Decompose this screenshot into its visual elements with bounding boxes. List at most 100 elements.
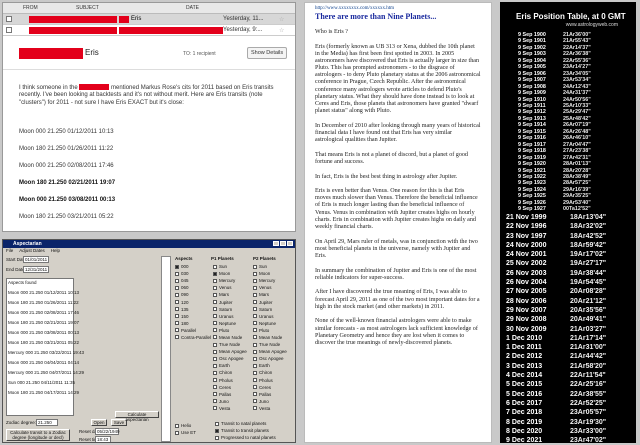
checklist-item[interactable]: Chiron <box>253 369 287 376</box>
menu-adjust-dates[interactable]: Adjust Dates <box>19 248 45 254</box>
message-checkbox[interactable] <box>6 27 12 33</box>
checklist-item[interactable]: Sun <box>253 263 287 270</box>
checkbox[interactable] <box>213 300 217 305</box>
checkbox[interactable] <box>213 370 217 375</box>
checklist-item[interactable]: Vesta <box>213 405 247 412</box>
checkbox[interactable] <box>253 378 257 383</box>
checkbox[interactable] <box>175 307 179 312</box>
checklist-item[interactable]: 150 <box>175 313 211 320</box>
checkbox[interactable] <box>175 264 179 269</box>
checklist-item[interactable]: Pluto <box>253 327 287 334</box>
checklist-item[interactable]: Parallel <box>175 327 211 334</box>
date-column-header[interactable]: DATE <box>183 5 243 11</box>
checklist-item[interactable]: Ceres <box>253 384 287 391</box>
checklist-item[interactable]: Vesta <box>253 405 287 412</box>
checklist-item[interactable]: 090 <box>175 291 211 298</box>
checkbox[interactable] <box>253 271 257 276</box>
flag-icon[interactable]: ☆ <box>279 27 284 34</box>
subject-column-header[interactable]: SUBJECT <box>73 5 183 11</box>
checklist-item[interactable]: Moon <box>253 270 287 277</box>
end-date-input[interactable]: 12/31/2011 <box>23 266 49 273</box>
checkbox[interactable] <box>175 314 179 319</box>
checklist-item[interactable]: Neptune <box>253 320 287 327</box>
checklist-item[interactable]: True Node <box>213 341 247 348</box>
checklist-item[interactable]: 000 <box>175 263 211 270</box>
checkbox[interactable] <box>253 292 257 297</box>
checkbox[interactable] <box>253 300 257 305</box>
checklist-item[interactable]: Saturn <box>213 306 247 313</box>
aspects-list[interactable]: Aspects found Moon 000 21.250 01/12/2011… <box>6 278 84 416</box>
list-item[interactable]: Mercury 000 21.250 04/07/2011 14:29 <box>8 370 84 375</box>
checklist-item[interactable]: Mean Apogee <box>213 348 247 355</box>
checklist-item[interactable]: Mercury <box>253 277 287 284</box>
checkbox[interactable] <box>213 321 217 326</box>
aspect-scroll-column[interactable] <box>161 256 171 442</box>
checkbox[interactable] <box>253 356 257 361</box>
message-row[interactable]: Eris Yesterday, 11... ☆ <box>3 14 295 25</box>
checkbox[interactable] <box>175 292 179 297</box>
minimize-icon[interactable] <box>273 241 279 246</box>
list-item[interactable]: Moon 180 21.250 02/21/2011 19:07 <box>8 320 79 325</box>
checkbox[interactable] <box>213 314 217 319</box>
list-item[interactable]: Moon 000 21.250 04/04/2011 04:14 <box>8 360 79 365</box>
maximize-icon[interactable] <box>280 241 286 246</box>
checkbox[interactable] <box>213 349 217 354</box>
checklist-item[interactable]: 120 <box>175 298 211 305</box>
open-button[interactable]: Open <box>91 419 107 426</box>
checklist-item[interactable]: Pluto <box>213 327 247 334</box>
list-item[interactable]: Moon 180 21.250 04/17/2011 14:29 <box>8 390 79 395</box>
checkbox[interactable] <box>213 335 217 340</box>
checklist-item[interactable]: Saturn <box>253 306 287 313</box>
from-column-header[interactable]: FROM <box>3 5 73 11</box>
checkbox[interactable] <box>213 271 217 276</box>
checklist-item[interactable]: Osc Apogee <box>253 355 287 362</box>
checklist-item[interactable]: Pallas <box>253 391 287 398</box>
recipient-count[interactable]: TO: 1 recipient <box>183 51 216 57</box>
menu-help[interactable]: Help <box>51 248 60 254</box>
checklist-item[interactable]: Osc Apogee <box>213 355 247 362</box>
checklist-item[interactable]: Uranus <box>213 313 247 320</box>
checklist-item[interactable]: 030 <box>175 270 211 277</box>
checklist-item[interactable]: Venus <box>253 284 287 291</box>
progressed-option[interactable]: Progressed to natal planets <box>215 434 276 441</box>
start-date-input[interactable]: 01/01/2011 <box>23 256 49 263</box>
checklist-item[interactable]: 045 <box>175 277 211 284</box>
page-url[interactable]: http://www.xxxxxxxx.com/xxxxxx.htm <box>315 6 481 11</box>
checkbox[interactable] <box>213 278 217 283</box>
checkbox[interactable] <box>253 370 257 375</box>
checkbox[interactable] <box>253 392 257 397</box>
checkbox[interactable] <box>253 285 257 290</box>
checklist-item[interactable]: Sun <box>213 263 247 270</box>
close-icon[interactable] <box>287 241 293 246</box>
checklist-item[interactable]: Jupiter <box>213 298 247 305</box>
checkbox[interactable] <box>175 321 179 326</box>
checklist-item[interactable]: 060 <box>175 284 211 291</box>
checkbox[interactable] <box>253 264 257 269</box>
checklist-item[interactable]: Moon <box>213 270 247 277</box>
zodiac-degree-input[interactable]: 21.250 <box>36 419 58 426</box>
checklist-item[interactable]: Earth <box>253 362 287 369</box>
checkbox[interactable] <box>253 399 257 404</box>
checklist-item[interactable]: Venus <box>213 284 247 291</box>
checkbox[interactable] <box>213 292 217 297</box>
reset-time-input[interactable]: 18:43 <box>95 436 111 442</box>
checkbox[interactable] <box>175 335 179 340</box>
transit-transit-radio[interactable] <box>215 428 219 433</box>
checkbox[interactable] <box>175 300 179 305</box>
checkbox[interactable] <box>253 314 257 319</box>
checkbox[interactable] <box>253 406 257 411</box>
helio-option[interactable]: Helio <box>175 422 196 429</box>
helio-checkbox[interactable] <box>175 423 179 428</box>
checkbox[interactable] <box>213 264 217 269</box>
checklist-item[interactable]: Mean Node <box>213 334 247 341</box>
checklist-item[interactable]: Ceres <box>213 384 247 391</box>
checkbox[interactable] <box>213 363 217 368</box>
list-item[interactable]: Moon 000 21.250 03/08/2011 00:13 <box>8 330 79 335</box>
list-item[interactable]: Mercury 000 21.250 03/22/2011 19:43 <box>8 350 84 355</box>
checklist-item[interactable]: Mean Node <box>253 334 287 341</box>
checkbox[interactable] <box>175 328 179 333</box>
checkbox[interactable] <box>253 385 257 390</box>
use-et-option[interactable]: Use ET <box>175 429 196 436</box>
checklist-item[interactable]: Juno <box>253 398 287 405</box>
checklist-item[interactable]: Mars <box>253 291 287 298</box>
